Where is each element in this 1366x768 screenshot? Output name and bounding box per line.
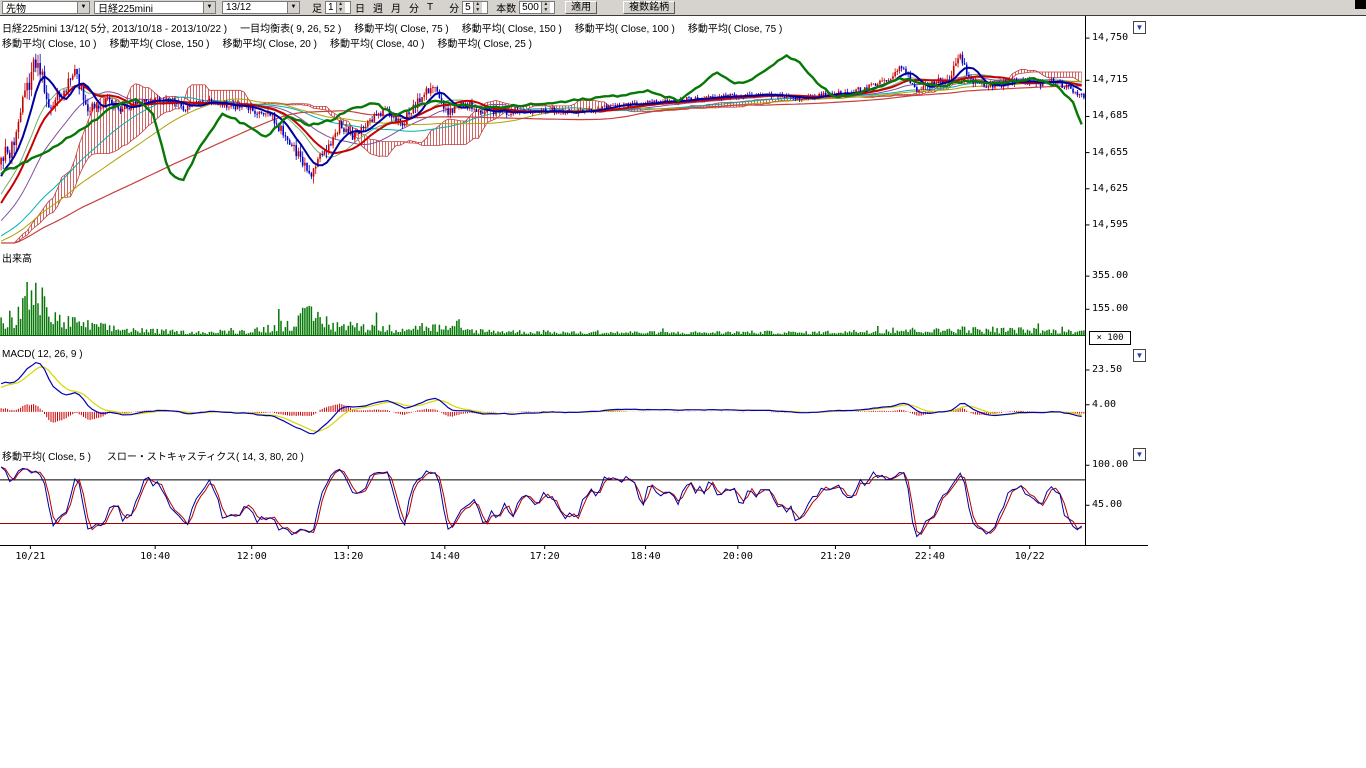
y-axis-label: 23.50: [1092, 364, 1122, 375]
toolbar: 先物 ▼ 日経225mini ▼ 13/12 ▼ 足 1 ▲▼ 日 週 月 分 …: [0, 0, 1366, 16]
x-axis-label: 10/22: [1008, 551, 1052, 562]
legend-item: 移動平均( Close, 10 ): [2, 39, 96, 50]
symbol-select[interactable]: 日経225mini ▼: [94, 1, 216, 14]
chart-area: 日経225mini 13/12( 5分, 2013/10/18 - 2013/1…: [0, 16, 1366, 768]
contract-select-value: 13/12: [223, 2, 287, 13]
legend-item: 移動平均( Close, 75 ): [354, 24, 448, 35]
legend-row-1: 日経225mini 13/12( 5分, 2013/10/18 - 2013/1…: [2, 20, 795, 35]
legend-item: 移動平均( Close, 25 ): [437, 39, 531, 50]
macd-pane-dropdown-arrow[interactable]: ▼: [1133, 349, 1146, 362]
legend-item: 移動平均( Close, 40 ): [330, 39, 424, 50]
macd-pane-label: MACD( 12, 26, 9 ): [2, 349, 83, 360]
bar-count-input[interactable]: 1 ▲▼: [325, 1, 351, 14]
price-chart-svg: [0, 16, 1366, 768]
period-minute-button[interactable]: 分: [409, 0, 419, 15]
category-select-value: 先物: [3, 0, 77, 15]
period-month-button[interactable]: 月: [391, 0, 401, 15]
chevron-down-icon[interactable]: ▼: [203, 2, 215, 13]
stoch-k-line: [1, 467, 1082, 537]
multi-symbol-button[interactable]: 複数銘柄: [623, 1, 675, 14]
legend-item: 移動平均( Close, 150 ): [109, 39, 209, 50]
minute-value: 5: [463, 2, 473, 13]
y-axis-label: 14,715: [1092, 74, 1128, 85]
period-tick-button[interactable]: T: [427, 2, 433, 13]
legend-item: 一目均衡表( 9, 26, 52 ): [240, 24, 341, 35]
stoch-label: スロー・ストキャスティクス( 14, 3, 80, 20 ): [107, 452, 304, 463]
stoch-d-line: [1, 467, 1082, 534]
x-axis-label: 22:40: [908, 551, 952, 562]
period-week-button[interactable]: 週: [373, 0, 383, 15]
up-candle-bodies: [0, 55, 1080, 177]
legend-item: 移動平均( Close, 75 ): [688, 24, 782, 35]
bars-label: 本数: [496, 0, 516, 15]
y-axis-label: 355.00: [1092, 270, 1128, 281]
x-axis-label: 14:40: [423, 551, 467, 562]
volume-bars: [1, 282, 1084, 335]
legend-item: 日経225mini 13/12( 5分, 2013/10/18 - 2013/1…: [2, 24, 227, 35]
x-axis-label: 10:40: [133, 551, 177, 562]
spinner-arrows-icon[interactable]: ▲▼: [541, 2, 550, 13]
category-select[interactable]: 先物 ▼: [2, 1, 90, 14]
window-corner-mark: [1355, 0, 1366, 9]
price-pane-dropdown-arrow[interactable]: ▼: [1133, 21, 1146, 34]
x-axis-label: 17:20: [523, 551, 567, 562]
legend-item: 移動平均( Close, 100 ): [575, 24, 675, 35]
up-candle-wicks: [1, 53, 1080, 183]
legend-item: 移動平均( Close, 20 ): [223, 39, 317, 50]
stoch-ma-label: 移動平均( Close, 5 ): [2, 452, 91, 463]
legend-row-2: 移動平均( Close, 10 ) 移動平均( Close, 150 ) 移動平均(…: [2, 35, 545, 50]
y-axis-label: 14,625: [1092, 183, 1128, 194]
bars-input[interactable]: 500 ▲▼: [519, 1, 555, 14]
x-axis-label: 12:00: [230, 551, 274, 562]
spinner-arrows-icon[interactable]: ▲▼: [336, 2, 345, 13]
stoch-pane-label: 移動平均( Close, 5 ) スロー・ストキャスティクス( 14, 3, 80…: [2, 448, 320, 463]
contract-select[interactable]: 13/12 ▼: [222, 1, 300, 14]
volume-pane-label: 出来高: [2, 250, 32, 265]
macd-signal-line: [1, 367, 1082, 431]
x-axis-label: 13:20: [326, 551, 370, 562]
period-day-button[interactable]: 日: [355, 0, 365, 15]
apply-button[interactable]: 適用: [565, 1, 597, 14]
x-axis-label: 10/21: [8, 551, 52, 562]
y-axis-label: 4.00: [1092, 399, 1116, 410]
y-axis-label: 14,655: [1092, 147, 1128, 158]
bars-value: 500: [520, 2, 541, 13]
y-axis-label: 100.00: [1092, 459, 1128, 470]
chevron-down-icon[interactable]: ▼: [77, 2, 89, 13]
y-axis-label: 14,750: [1092, 32, 1128, 43]
macd-line: [1, 363, 1082, 434]
bar-count-value: 1: [326, 2, 336, 13]
y-axis-label: 14,595: [1092, 219, 1128, 230]
volume-multiplier-box: × 100: [1089, 331, 1131, 345]
legend-item: 移動平均( Close, 150 ): [462, 24, 562, 35]
y-axis-label: 45.00: [1092, 499, 1122, 510]
green-ma-line: [1, 56, 1082, 180]
x-axis-label: 18:40: [624, 551, 668, 562]
minute-input[interactable]: 5 ▲▼: [462, 1, 488, 14]
x-axis-label: 20:00: [716, 551, 760, 562]
y-axis-label: 155.00: [1092, 303, 1128, 314]
chevron-down-icon[interactable]: ▼: [287, 2, 299, 13]
chart-application: 先物 ▼ 日経225mini ▼ 13/12 ▼ 足 1 ▲▼ 日 週 月 分 …: [0, 0, 1366, 768]
symbol-select-value: 日経225mini: [95, 0, 203, 15]
minute-label: 分: [449, 0, 459, 15]
bar-type-label: 足: [312, 0, 322, 15]
x-axis-label: 21:20: [813, 551, 857, 562]
stoch-pane-dropdown-arrow[interactable]: ▼: [1133, 448, 1146, 461]
y-axis-label: 14,685: [1092, 110, 1128, 121]
spinner-arrows-icon[interactable]: ▲▼: [473, 2, 482, 13]
